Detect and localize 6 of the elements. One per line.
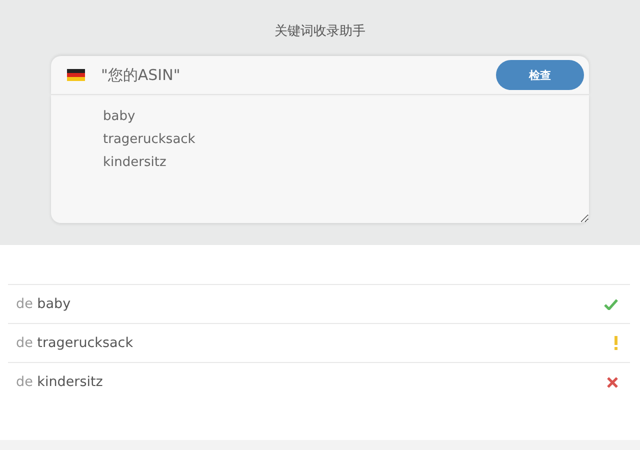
keyword-result: de kindersitz [16, 374, 103, 390]
keywords-input-field[interactable]: baby tragerucksack kindersitz [51, 95, 589, 223]
keyword-result: de baby [16, 296, 71, 312]
keyword-result: de tragerucksack [16, 335, 134, 351]
tool-title: 关键词收录助手 [274, 23, 366, 41]
check-button[interactable]: 检查 [496, 60, 584, 90]
